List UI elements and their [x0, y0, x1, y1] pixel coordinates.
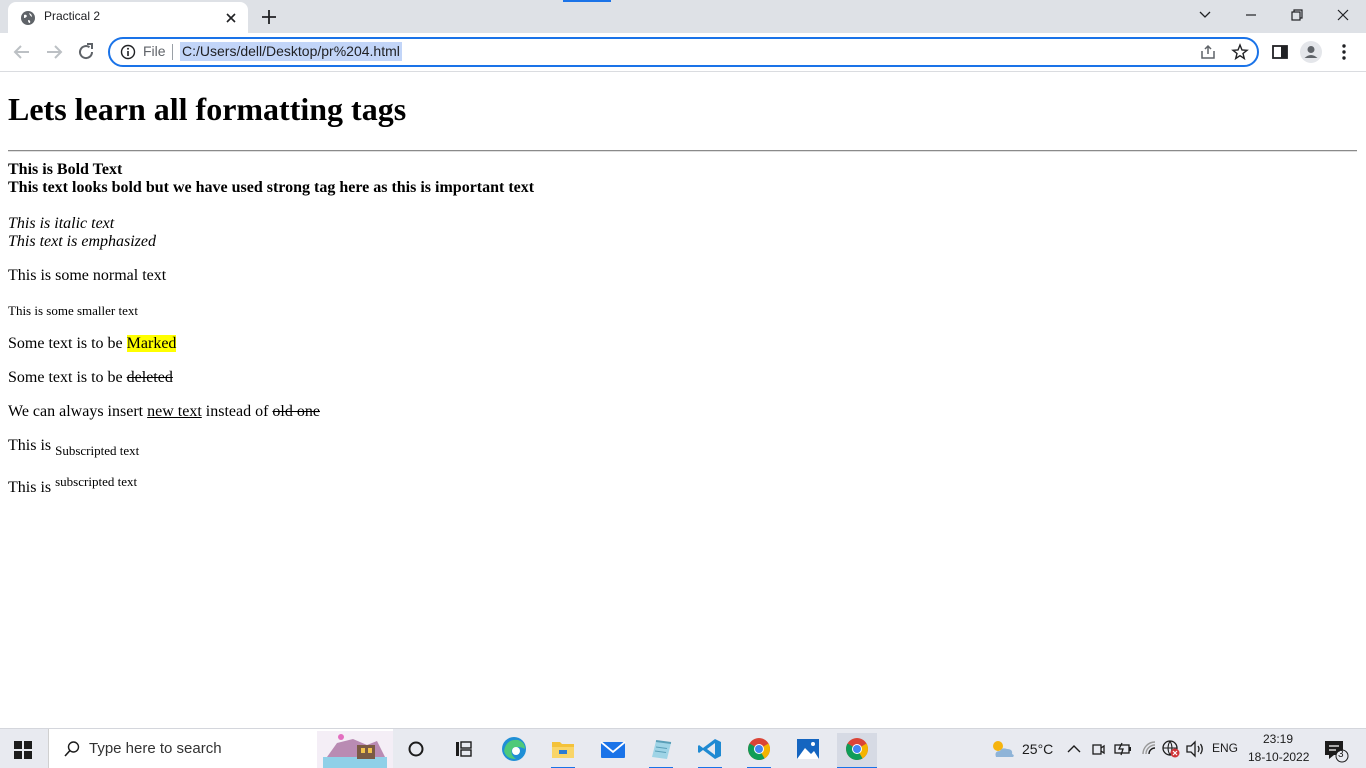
- tab-practical-2[interactable]: Practical 2: [8, 2, 248, 33]
- marked-prefix: Some text is to be: [8, 335, 127, 352]
- inserted-middle: instead of: [201, 403, 273, 420]
- deleted-line: Some text is to be deleted: [8, 369, 173, 387]
- tab-search-button[interactable]: [1182, 0, 1228, 30]
- deleted-prefix: Some text is to be: [8, 369, 127, 386]
- inserted-line: We can always insert new text instead of…: [8, 403, 320, 421]
- profile-avatar-icon[interactable]: [1299, 40, 1323, 64]
- chevron-down-icon: [1199, 11, 1211, 18]
- mail-icon: [600, 741, 626, 758]
- chrome-icon: [748, 738, 770, 760]
- file-explorer-app[interactable]: [543, 733, 583, 768]
- tab-title: Practical 2: [44, 9, 101, 23]
- meet-now-icon[interactable]: [1090, 740, 1106, 758]
- notification-center-icon[interactable]: [1322, 738, 1350, 764]
- restore-button[interactable]: [1274, 0, 1320, 30]
- folder-icon: [552, 742, 574, 758]
- task-view-icon: [456, 741, 472, 757]
- reload-icon[interactable]: [74, 40, 98, 64]
- weather-partly-cloudy-icon[interactable]: [988, 737, 1016, 761]
- windows-taskbar: Type here to search 25°C ENG 23:19 18-10…: [0, 728, 1366, 768]
- minimize-button[interactable]: [1228, 0, 1274, 30]
- page-heading: Lets learn all formatting tags: [8, 91, 407, 127]
- mail-app[interactable]: [593, 733, 633, 768]
- edge-app[interactable]: [494, 733, 534, 768]
- address-divider: [172, 44, 173, 60]
- vscode-icon: [698, 739, 721, 759]
- cortana-icon: [408, 741, 424, 757]
- search-icon: [64, 741, 80, 757]
- italic-text: This is italic text: [8, 215, 115, 232]
- superscript-line: This is subscripted text: [8, 474, 137, 497]
- share-icon[interactable]: [1199, 43, 1217, 61]
- wifi-icon[interactable]: [1140, 739, 1160, 759]
- address-bar[interactable]: File C:/Users/dell/Desktop/pr%204.html: [108, 37, 1259, 67]
- close-tab-icon[interactable]: [222, 9, 240, 27]
- notepad-app[interactable]: [641, 733, 681, 768]
- clock-date[interactable]: 18-10-2022: [1248, 750, 1309, 764]
- close-window-button[interactable]: [1320, 0, 1366, 30]
- old-word: old one: [272, 403, 320, 420]
- search-highlight-art: [317, 731, 393, 768]
- windows-start-icon[interactable]: [14, 741, 32, 759]
- forward-arrow-icon[interactable]: [42, 40, 66, 64]
- subscript-line: This is Subscripted text: [8, 437, 140, 458]
- chrome-app[interactable]: [739, 733, 779, 768]
- minimize-icon: [1246, 14, 1256, 16]
- notification-count: 3: [1338, 749, 1344, 760]
- subscript-prefix: This is: [8, 437, 56, 454]
- browser-toolbar: File C:/Users/dell/Desktop/pr%204.html: [0, 33, 1366, 72]
- taskbar-search[interactable]: Type here to search: [48, 729, 393, 768]
- page-content: Lets learn all formatting tags This is B…: [0, 72, 1366, 728]
- bookmark-star-icon[interactable]: [1231, 43, 1249, 61]
- tab-strip: Practical 2: [0, 0, 1366, 33]
- superscript-text: subscripted text: [55, 474, 138, 489]
- photos-app[interactable]: [788, 733, 828, 768]
- emphasized-text: This text is emphasized: [8, 233, 156, 250]
- cortana-button[interactable]: [396, 733, 436, 768]
- close-icon: [1337, 9, 1349, 21]
- tab-strip-accent: [563, 0, 611, 2]
- photos-icon: [797, 739, 819, 759]
- globe-icon: [21, 11, 35, 25]
- battery-charging-icon[interactable]: [1113, 740, 1133, 758]
- chrome-icon: [846, 738, 868, 760]
- superscript-prefix: This is: [8, 479, 56, 496]
- info-icon[interactable]: [120, 44, 136, 60]
- url-text[interactable]: C:/Users/dell/Desktop/pr%204.html: [180, 42, 402, 61]
- horizontal-rule: [8, 150, 1357, 152]
- marked-word: Marked: [126, 335, 177, 352]
- deleted-word: deleted: [126, 369, 173, 386]
- search-placeholder: Type here to search: [89, 740, 222, 757]
- small-text: This is some smaller text: [8, 303, 138, 318]
- notepad-icon: [652, 740, 672, 759]
- edge-icon: [502, 737, 526, 761]
- inserted-prefix: We can always insert: [8, 403, 148, 420]
- network-error-icon[interactable]: [1161, 739, 1181, 759]
- volume-icon[interactable]: [1184, 739, 1206, 759]
- marked-line: Some text is to be Marked: [8, 335, 177, 353]
- menu-dots-icon[interactable]: [1332, 40, 1356, 64]
- new-tab-icon[interactable]: [259, 7, 279, 27]
- restore-icon: [1291, 9, 1303, 21]
- weather-temperature[interactable]: 25°C: [1022, 741, 1053, 757]
- chrome-app-active[interactable]: [837, 733, 877, 768]
- scheme-label: File: [143, 43, 166, 59]
- task-view-button[interactable]: [444, 733, 484, 768]
- inserted-word: new text: [147, 403, 202, 420]
- strong-text: This text looks bold but we have used st…: [8, 179, 535, 196]
- bold-text: This is Bold Text: [8, 161, 123, 178]
- normal-text: This is some normal text: [8, 267, 167, 284]
- subscript-text: Subscripted text: [55, 443, 140, 458]
- vscode-app[interactable]: [690, 733, 730, 768]
- back-arrow-icon[interactable]: [10, 40, 34, 64]
- clock-time[interactable]: 23:19: [1263, 732, 1293, 746]
- chevron-up-icon[interactable]: [1066, 741, 1082, 757]
- input-language[interactable]: ENG: [1212, 741, 1238, 755]
- side-panel-icon[interactable]: [1268, 40, 1292, 64]
